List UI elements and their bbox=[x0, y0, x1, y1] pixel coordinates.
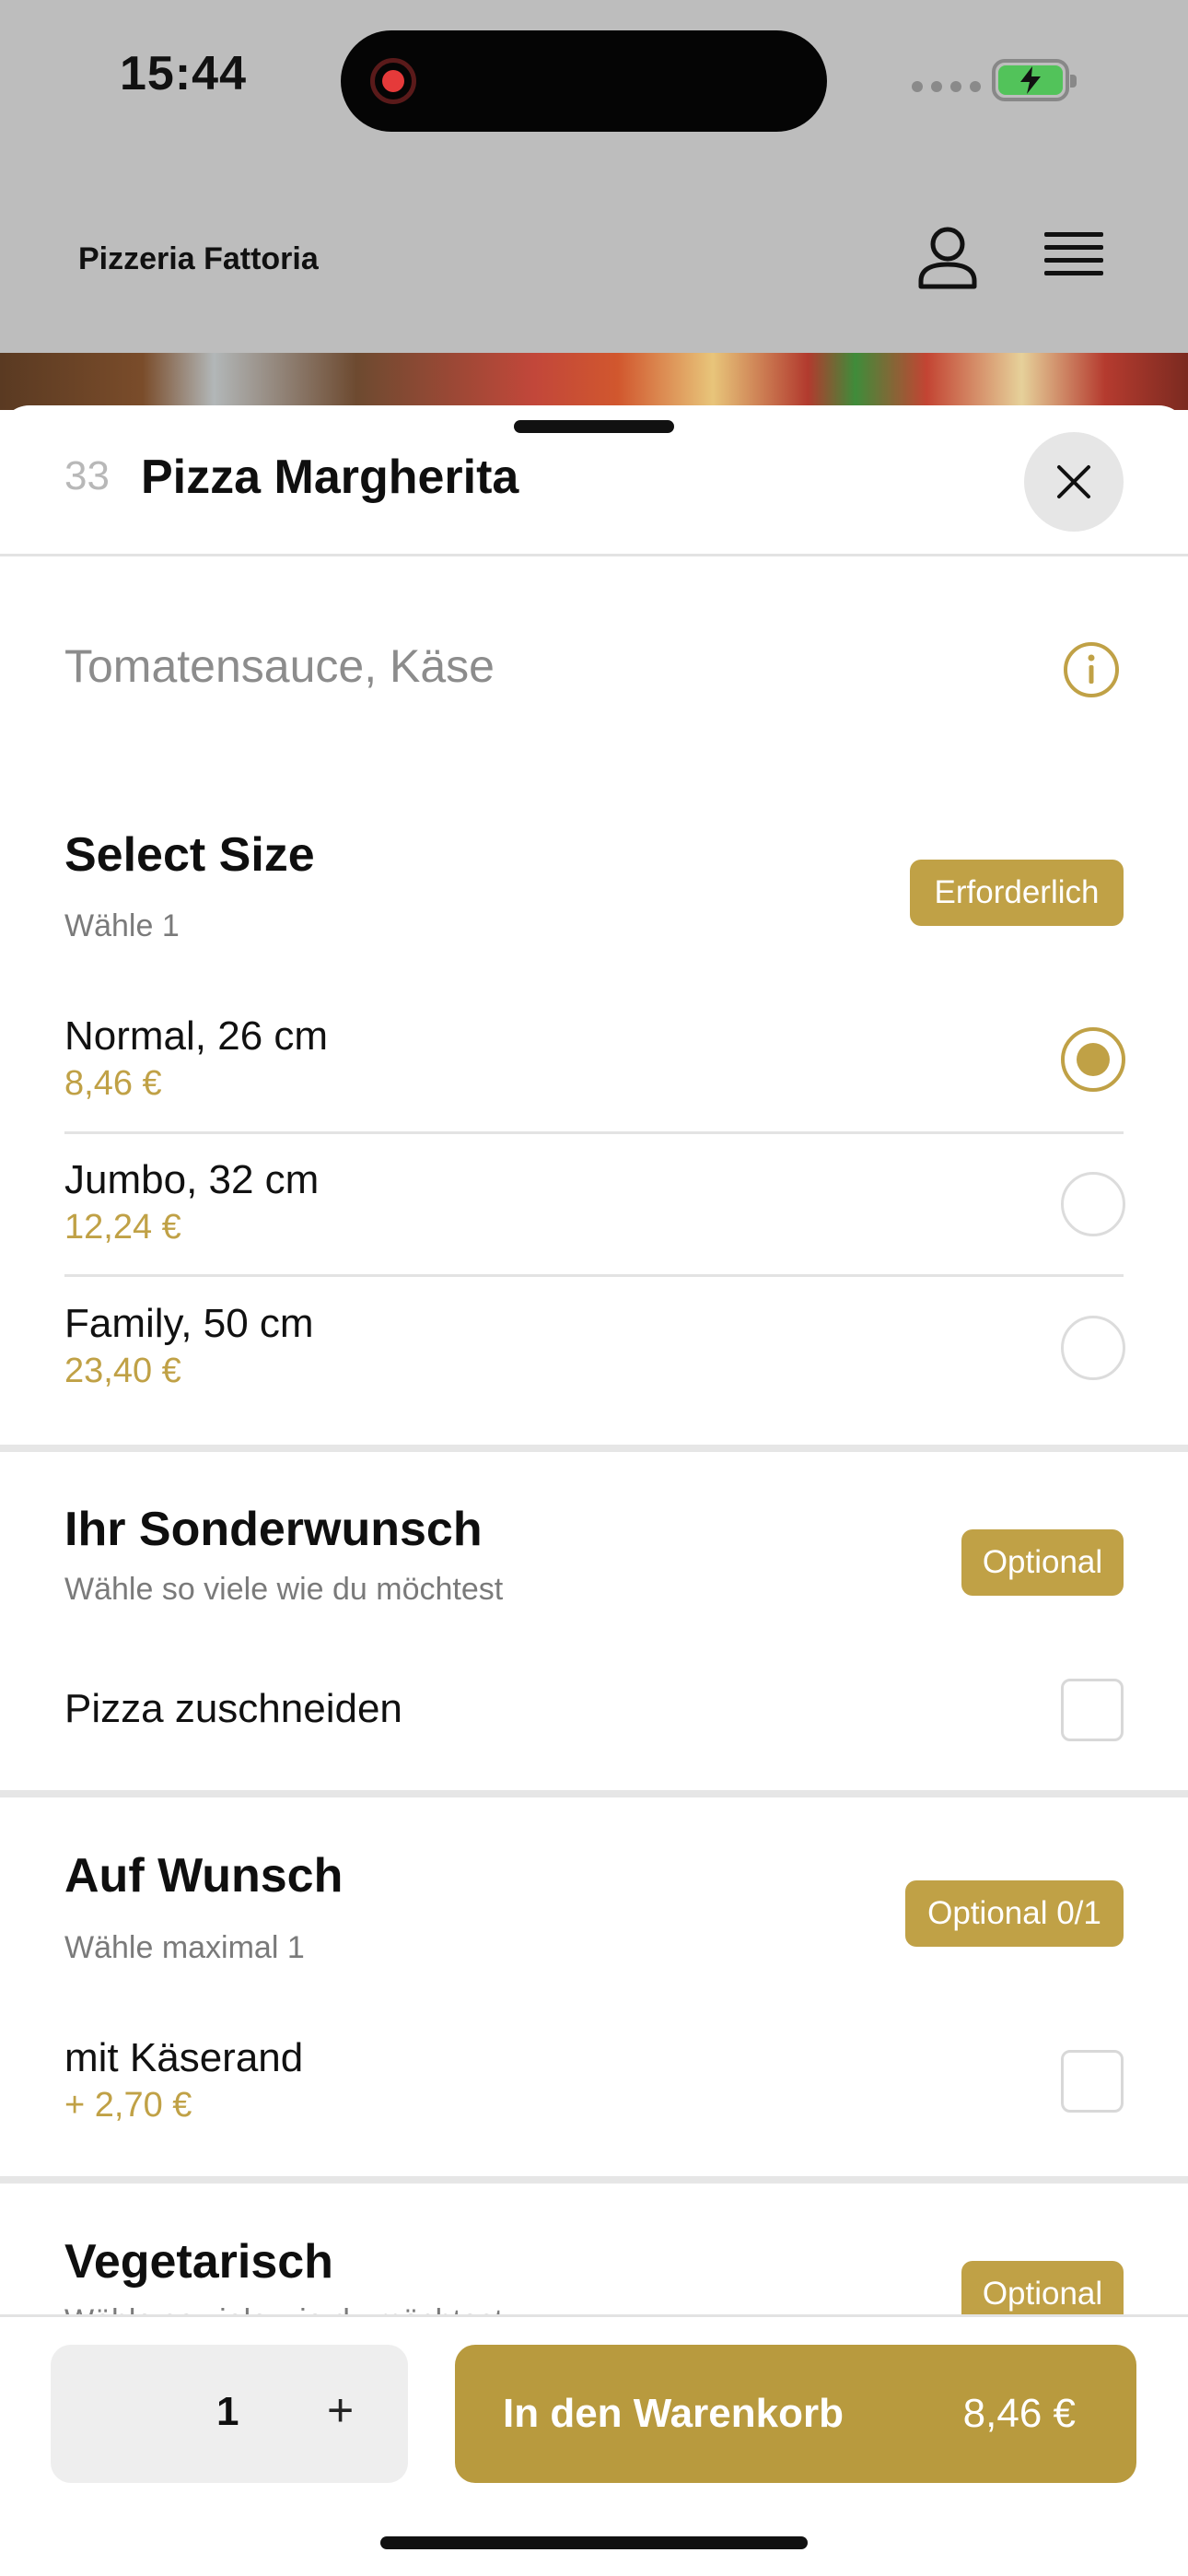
size-option-price: 12,24 € bbox=[64, 1208, 181, 1247]
wish-option-label[interactable]: mit Käserand bbox=[64, 2035, 303, 2081]
recording-icon bbox=[370, 58, 416, 104]
cart-total-price: 8,46 € bbox=[962, 2391, 1076, 2436]
checkbox-kaeserand[interactable] bbox=[1061, 2050, 1124, 2113]
section-divider bbox=[0, 2176, 1188, 2184]
section-subtitle-special: Wähle so viele wie du möchtest bbox=[64, 1572, 504, 1607]
special-option-label[interactable]: Pizza zuschneiden bbox=[64, 1686, 402, 1732]
section-title-wish: Auf Wunsch bbox=[64, 1849, 344, 1903]
close-icon bbox=[1057, 465, 1090, 498]
home-indicator[interactable] bbox=[380, 2536, 808, 2549]
item-title: Pizza Margherita bbox=[141, 451, 519, 504]
size-option-price: 8,46 € bbox=[64, 1064, 162, 1103]
item-description: Tomatensauce, Käse bbox=[64, 640, 495, 692]
add-to-cart-label: In den Warenkorb bbox=[503, 2391, 844, 2436]
divider bbox=[64, 1274, 1124, 1277]
item-number: 33 bbox=[64, 453, 110, 498]
size-option-price: 23,40 € bbox=[64, 1352, 181, 1390]
add-to-cart-button[interactable]: In den Warenkorb 8,46 € bbox=[455, 2345, 1136, 2483]
required-badge: Erforderlich bbox=[910, 860, 1124, 926]
size-radio-normal[interactable] bbox=[1061, 1027, 1125, 1092]
background-app-header: 15:44 Pizzeria Fattoria bbox=[0, 0, 1188, 355]
pizza-hero-image bbox=[0, 353, 1188, 410]
section-title-size: Select Size bbox=[64, 828, 315, 882]
section-title-special: Ihr Sonderwunsch bbox=[64, 1503, 483, 1556]
user-icon[interactable] bbox=[917, 226, 978, 290]
item-detail-sheet: 33 Pizza Margherita Tomatensauce, Käse S… bbox=[0, 405, 1188, 2576]
status-time: 15:44 bbox=[120, 47, 247, 100]
divider bbox=[64, 1131, 1124, 1134]
wish-option-price: + 2,70 € bbox=[64, 2086, 192, 2125]
size-option-label[interactable]: Family, 50 cm bbox=[64, 1301, 314, 1347]
optional-count-badge: Optional 0/1 bbox=[905, 1880, 1124, 1947]
optional-badge: Optional bbox=[961, 1529, 1124, 1596]
section-divider bbox=[0, 1445, 1188, 1452]
quantity-value: 1 bbox=[216, 2389, 239, 2434]
signal-icon bbox=[912, 81, 981, 92]
info-icon[interactable] bbox=[1063, 641, 1120, 698]
close-button[interactable] bbox=[1024, 432, 1124, 532]
section-title-vegetarian: Vegetarisch bbox=[64, 2235, 333, 2289]
dynamic-island bbox=[341, 30, 827, 132]
size-radio-family[interactable] bbox=[1061, 1316, 1125, 1380]
size-option-label[interactable]: Normal, 26 cm bbox=[64, 1013, 328, 1060]
size-option-label[interactable]: Jumbo, 32 cm bbox=[64, 1157, 319, 1203]
increment-button[interactable]: + bbox=[327, 2383, 354, 2437]
quantity-stepper[interactable]: 1 + bbox=[51, 2345, 408, 2483]
section-subtitle-wish: Wähle maximal 1 bbox=[64, 1930, 305, 1965]
battery-charging-icon bbox=[992, 59, 1077, 101]
hamburger-menu-icon[interactable] bbox=[1044, 232, 1103, 284]
size-radio-jumbo[interactable] bbox=[1061, 1172, 1125, 1236]
checkbox-pizza-zuschneiden[interactable] bbox=[1061, 1679, 1124, 1741]
section-divider bbox=[0, 1790, 1188, 1797]
sheet-grabber[interactable] bbox=[514, 420, 674, 433]
section-subtitle-size: Wähle 1 bbox=[64, 908, 180, 943]
restaurant-brand[interactable]: Pizzeria Fattoria bbox=[78, 241, 319, 277]
sheet-header: 33 Pizza Margherita bbox=[0, 405, 1188, 556]
